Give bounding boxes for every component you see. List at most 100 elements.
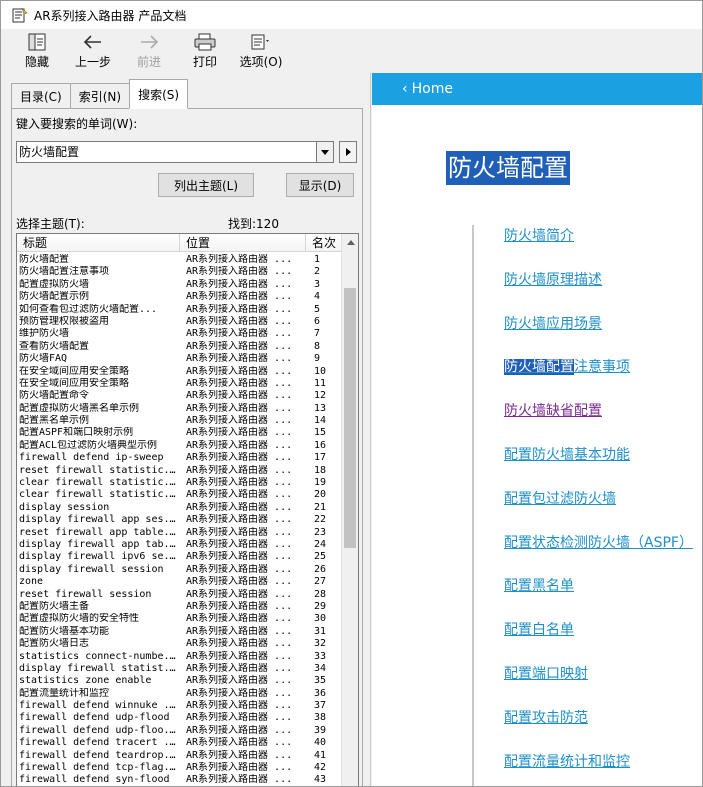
table-row[interactable]: 防火墙配置示例 AR系列接入路由器 ... 4 — [17, 291, 342, 303]
table-row[interactable]: 配置防火墙基本功能 AR系列接入路由器 ... 31 — [17, 626, 342, 638]
row-location: AR系列接入路由器 ... — [186, 675, 293, 687]
row-rank: 1 — [314, 254, 321, 265]
scrollbar-thumb[interactable] — [344, 288, 356, 548]
table-row[interactable]: display firewall app ses... AR系列接入路由器 ...… — [17, 514, 342, 526]
print-button[interactable]: 打印 — [177, 29, 233, 73]
toc-link[interactable]: 防火墙简介 — [504, 225, 574, 245]
table-row[interactable]: 配置虚拟防火墙黑名单示例 AR系列接入路由器 ... 13 — [17, 403, 342, 415]
table-row[interactable]: 在安全域间应用安全策略 AR系列接入路由器 ... 11 — [17, 378, 342, 390]
table-row[interactable]: firewall defend tcp-flag... AR系列接入路由器 ...… — [17, 762, 342, 774]
row-rank: 23 — [314, 526, 327, 538]
toc-link[interactable]: 配置白名单 — [504, 619, 574, 639]
keyword-input[interactable]: 防火墙配置 — [16, 141, 334, 163]
table-row[interactable]: 配置ACL包过滤防火墙典型示例 AR系列接入路由器 ... 16 — [17, 440, 342, 452]
search-panel: 键入要搜索的单词(W): 防火墙配置 列出主题(L) 显示(D) 选择主题(T)… — [11, 108, 363, 786]
table-row[interactable]: display firewall session AR系列接入路由器 ... 26 — [17, 564, 342, 576]
row-rank: 39 — [314, 724, 327, 736]
table-row[interactable]: 防火墙配置注意事项 AR系列接入路由器 ... 2 — [17, 266, 342, 278]
table-row[interactable]: clear firewall statistic... AR系列接入路由器 ...… — [17, 489, 342, 501]
toc-link[interactable]: 配置流量统计和监控 — [504, 751, 630, 771]
toc-link[interactable]: 配置攻击防范 — [504, 707, 588, 727]
table-row[interactable]: 防火墙配置命令 AR系列接入路由器 ... 12 — [17, 390, 342, 402]
results-list[interactable]: 标题 位置 名次 防火墙配置 AR系列接入路由器 ... 1 防火墙配置注意事项 AR系… — [16, 233, 359, 786]
table-row[interactable]: 如何查看包过滤防火墙配置... AR系列接入路由器 ... 5 — [17, 304, 342, 316]
back-button[interactable]: 上一步 — [65, 29, 121, 73]
table-row[interactable]: 配置防火墙主备 AR系列接入路由器 ... 29 — [17, 601, 342, 613]
toc-link[interactable]: 配置防火墙基本功能 — [504, 444, 630, 464]
hide-button[interactable]: 隐藏 — [9, 29, 65, 73]
tab-contents[interactable]: 目录(C) — [11, 83, 71, 109]
toc-link[interactable]: 配置状态检测防火墙（ASPF） — [504, 532, 693, 552]
table-row[interactable]: 配置虚拟防火墙的安全特性 AR系列接入路由器 ... 30 — [17, 613, 342, 625]
toc-link[interactable]: 防火墙配置注意事项 — [504, 356, 630, 376]
table-row[interactable]: 配置黑名单示例 AR系列接入路由器 ... 14 — [17, 415, 342, 427]
home-link[interactable]: Home — [412, 81, 453, 97]
tab-search[interactable]: 搜索(S) — [129, 79, 189, 109]
select-topic-label: 选择主题(T): — [16, 217, 85, 231]
row-location: AR系列接入路由器 ... — [186, 762, 293, 774]
row-title: 防火墙FAQ — [19, 353, 68, 365]
row-location: AR系列接入路由器 ... — [186, 377, 293, 389]
table-row[interactable]: 防火墙配置 AR系列接入路由器 ... 1 — [17, 254, 342, 266]
row-title: reset firewall app table... — [19, 526, 180, 538]
row-location: AR系列接入路由器 ... — [186, 340, 293, 352]
table-row[interactable]: display firewall ipv6 se... AR系列接入路由器 ...… — [17, 551, 342, 563]
display-button[interactable]: 显示(D) — [286, 173, 354, 197]
toc-link[interactable]: 防火墙应用场景 — [504, 313, 602, 333]
table-row[interactable]: 配置流量统计和监控 AR系列接入路由器 ... 36 — [17, 688, 342, 700]
table-row[interactable]: statistics zone enable AR系列接入路由器 ... 35 — [17, 675, 342, 687]
table-row[interactable]: 防火墙FAQ AR系列接入路由器 ... 9 — [17, 353, 342, 365]
keyword-dropdown-button[interactable] — [316, 142, 333, 162]
table-row[interactable]: firewall defend winnuke ... AR系列接入路由器 ...… — [17, 700, 342, 712]
row-rank: 10 — [314, 365, 327, 377]
toc-link[interactable]: 防火墙原理描述 — [504, 269, 602, 289]
navigation-pane: 目录(C) 索引(N) 搜索(S) 键入要搜索的单词(W): 防火墙配置 列出主… — [1, 73, 371, 786]
list-topics-button[interactable]: 列出主题(L) — [158, 173, 254, 197]
table-row[interactable]: firewall defend udp-floo... AR系列接入路由器 ...… — [17, 725, 342, 737]
options-button[interactable]: 选项(O) — [233, 29, 289, 73]
table-row[interactable]: reset firewall session AR系列接入路由器 ... 28 — [17, 589, 342, 601]
table-row[interactable]: display firewall statist... AR系列接入路由器 ...… — [17, 663, 342, 675]
table-row[interactable]: clear firewall statistic... AR系列接入路由器 ...… — [17, 477, 342, 489]
table-row[interactable]: 查看防火墙配置 AR系列接入路由器 ... 8 — [17, 341, 342, 353]
table-row[interactable]: 预防管理权限被盗用 AR系列接入路由器 ... 6 — [17, 316, 342, 328]
toc-link[interactable]: 配置黑名单 — [504, 575, 574, 595]
scroll-up-button[interactable] — [342, 234, 358, 251]
table-row[interactable]: firewall defend syn-flood AR系列接入路由器 ... 43 — [17, 774, 342, 786]
toc-link[interactable]: 配置端口映射 — [504, 663, 588, 683]
chevron-right-icon — [345, 148, 351, 156]
table-row[interactable]: reset firewall app table... AR系列接入路由器 ...… — [17, 527, 342, 539]
table-row[interactable]: 维护防火墙 AR系列接入路由器 ... 7 — [17, 328, 342, 340]
table-row[interactable]: display firewall app tab... AR系列接入路由器 ...… — [17, 539, 342, 551]
results-scrollbar[interactable] — [341, 234, 358, 786]
table-row[interactable]: zone AR系列接入路由器 ... 27 — [17, 576, 342, 588]
row-location: AR系列接入路由器 ... — [186, 439, 293, 451]
table-row[interactable]: display session AR系列接入路由器 ... 21 — [17, 502, 342, 514]
table-row[interactable]: firewall defend teardrop... AR系列接入路由器 ...… — [17, 750, 342, 762]
row-title: display firewall app tab... — [19, 538, 180, 550]
toc-link[interactable]: 配置包过滤防火墙 — [504, 488, 616, 508]
forward-button[interactable]: 前进 — [121, 29, 177, 73]
column-location[interactable]: 位置 — [180, 234, 306, 252]
table-row[interactable]: 配置防火墙日志 AR系列接入路由器 ... 32 — [17, 638, 342, 650]
column-rank[interactable]: 名次 — [306, 234, 342, 252]
row-title: 配置防火墙主备 — [19, 600, 89, 612]
table-row[interactable]: 配置虚拟防火墙 AR系列接入路由器 ... 3 — [17, 279, 342, 291]
table-row[interactable]: firewall defend tracert ... AR系列接入路由器 ...… — [17, 737, 342, 749]
table-row[interactable]: firewall defend ip-sweep AR系列接入路由器 ... 17 — [17, 452, 342, 464]
table-row[interactable]: 配置ASPF和端口映射示例 AR系列接入路由器 ... 15 — [17, 427, 342, 439]
table-row[interactable]: firewall defend udp-flood AR系列接入路由器 ... 38 — [17, 712, 342, 724]
column-title[interactable]: 标题 — [17, 234, 180, 252]
home-bar[interactable]: ‹ Home — [372, 73, 702, 105]
table-row[interactable]: 在安全域间应用安全策略 AR系列接入路由器 ... 10 — [17, 366, 342, 378]
table-row[interactable]: reset firewall statistic... AR系列接入路由器 ...… — [17, 465, 342, 477]
print-label: 打印 — [192, 55, 217, 69]
tab-index[interactable]: 索引(N) — [69, 83, 131, 109]
results-header: 标题 位置 名次 — [17, 234, 342, 252]
row-rank: 28 — [314, 588, 327, 600]
table-row[interactable]: statistics connect-numbe... AR系列接入路由器 ...… — [17, 651, 342, 663]
row-location: AR系列接入路由器 ... — [186, 254, 293, 265]
search-arrow-button[interactable] — [339, 141, 357, 163]
toc-link[interactable]: 防火墙缺省配置 — [504, 400, 602, 420]
row-rank: 31 — [314, 625, 327, 637]
